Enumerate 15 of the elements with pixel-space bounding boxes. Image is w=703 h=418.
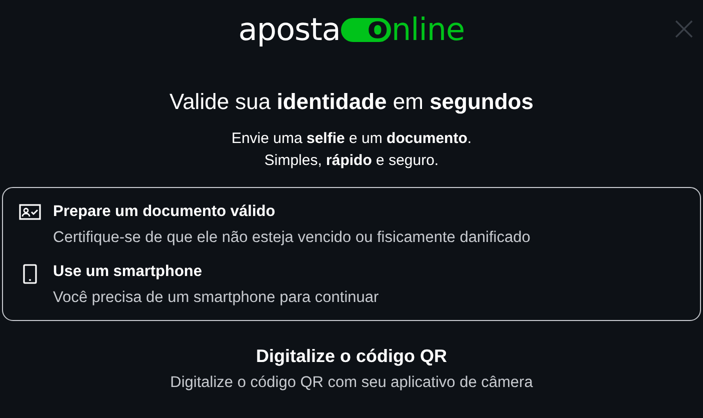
smartphone-icon	[23, 264, 37, 284]
qr-title: Digitalize o código QR	[256, 345, 447, 367]
logo-badge: o	[341, 18, 392, 42]
logo-text: nline	[391, 13, 465, 47]
requirement-title: Prepare um documento válido	[53, 202, 276, 222]
heading: Valide sua identidade em segundos	[170, 88, 534, 116]
id-card-icon	[19, 204, 41, 220]
close-icon[interactable]	[675, 20, 693, 38]
requirement-description: Você precisa de um smartphone para continuar	[53, 288, 379, 308]
requirement-description: Certifique-se de que ele não esteja vencido ou fisicamente danificado	[53, 228, 530, 248]
qr-description: Digitalize o código QR com seu aplicativo de câmera	[170, 373, 533, 393]
subtitle: Envie uma selfie e um documento.	[231, 129, 472, 149]
logo-text: aposta	[238, 13, 340, 47]
requirement-title: Use um smartphone	[53, 262, 204, 282]
subtitle: Simples, rápido e seguro.	[264, 151, 439, 171]
